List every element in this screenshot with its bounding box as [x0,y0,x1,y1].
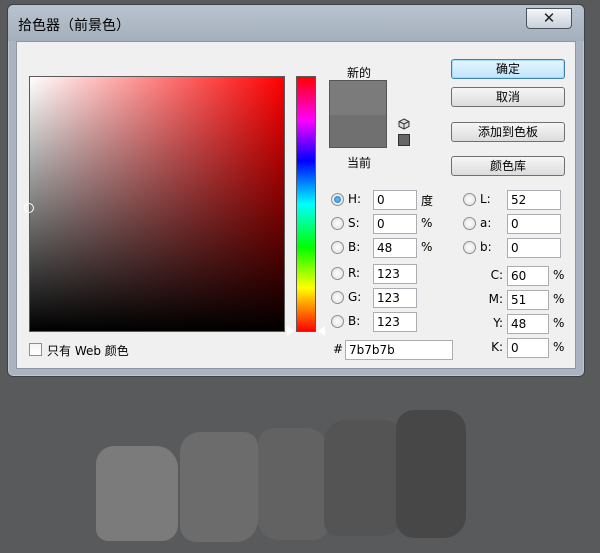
magenta-input[interactable] [507,290,549,310]
yellow-label: Y: [493,316,503,330]
green-row: G: [331,288,451,310]
black-label: K: [491,340,503,354]
red-input[interactable] [373,264,417,284]
hue-slider-right-arrow[interactable] [318,326,325,336]
hue-slider-left-arrow[interactable] [287,326,294,336]
ok-button[interactable]: 确定 [451,59,565,79]
cyan-row: C: % [479,266,573,288]
blue-input[interactable] [373,312,417,332]
cyan-input[interactable] [507,266,549,286]
brightness-row: B: % [331,238,451,260]
brightness-label: B: [348,240,361,254]
web-colors-only-label: 只有 Web 颜色 [47,344,129,358]
hex-label: # [333,342,344,356]
hue-unit: 度 [421,194,434,208]
magenta-label: M: [488,292,503,306]
saturation-row: S: % [331,214,451,236]
close-button[interactable]: ✕ [526,8,572,29]
black-unit: % [553,340,565,354]
lab-a-input[interactable] [507,214,561,234]
lightness-label: L: [480,192,491,206]
red-radio[interactable] [331,267,344,280]
web-colors-only-checkbox[interactable] [29,343,42,356]
green-input[interactable] [373,288,417,308]
color-field[interactable] [24,76,285,332]
lab-b-input[interactable] [507,238,561,258]
out-of-gamut-cube-icon[interactable] [398,118,410,130]
lab-a-row: a: [463,214,573,236]
magenta-row: M: % [479,290,573,312]
lab-b-label: b: [480,240,492,254]
dialog-body: 新的 当前 确定 取消 添加到色板 颜色库 H: 度 S: % [16,41,576,369]
cyan-unit: % [553,268,565,282]
cancel-button[interactable]: 取消 [451,87,565,107]
blue-label: B: [348,314,361,328]
new-color-label: 新的 [347,66,372,80]
hue-row: H: 度 [331,190,451,212]
dialog-title: 拾色器（前景色） [18,18,130,34]
hue-radio[interactable] [331,193,344,206]
lab-a-label: a: [480,216,492,230]
lightness-radio[interactable] [463,193,476,206]
blue-row: B: [331,312,451,334]
hue-label: H: [348,192,362,206]
color-picker-dialog: 拾色器（前景色） ✕ 新的 当前 确定 取消 添加到色板 颜色库 H: 0 度 … [7,4,585,377]
red-label: R: [348,266,361,280]
yellow-input[interactable] [507,314,549,334]
saturation-radio[interactable] [331,217,344,230]
magenta-unit: % [553,292,565,306]
new-color-swatch [330,81,386,115]
green-label: G: [348,290,362,304]
hue-input[interactable] [373,190,417,210]
yellow-row: Y: % [479,314,573,336]
saturation-label: S: [348,216,360,230]
yellow-unit: % [553,316,565,330]
brush-stroke-2 [180,432,258,542]
brightness-unit: % [421,240,433,254]
lightness-row: L: [463,190,573,212]
brightness-radio[interactable] [331,241,344,254]
saturation-unit: % [421,216,433,230]
color-comparison-swatch [329,80,387,148]
current-color-swatch[interactable] [330,115,386,147]
blue-radio[interactable] [331,315,344,328]
lightness-input[interactable] [507,190,561,210]
brush-stroke-3 [258,428,328,540]
brush-stroke-5 [396,410,466,538]
green-radio[interactable] [331,291,344,304]
color-field-cursor[interactable] [24,203,34,213]
brightness-input[interactable] [373,238,417,258]
brush-stroke-1 [96,446,178,541]
saturation-input[interactable] [373,214,417,234]
add-to-swatches-button[interactable]: 添加到色板 [451,122,565,142]
lab-b-radio[interactable] [463,241,476,254]
websafe-color-swatch[interactable] [398,134,410,146]
current-color-label: 当前 [347,156,372,170]
red-row: R: [331,264,451,286]
black-input[interactable] [507,338,549,358]
hue-slider[interactable] [296,76,316,332]
lab-a-radio[interactable] [463,217,476,230]
cyan-label: C: [490,268,503,282]
color-libraries-button[interactable]: 颜色库 [451,156,565,176]
brush-stroke-4 [324,420,402,536]
hex-input[interactable] [345,340,453,360]
black-row: K: % [479,338,573,360]
lab-b-row: b: [463,238,573,260]
title-bar[interactable]: 拾色器（前景色） ✕ [8,5,584,41]
